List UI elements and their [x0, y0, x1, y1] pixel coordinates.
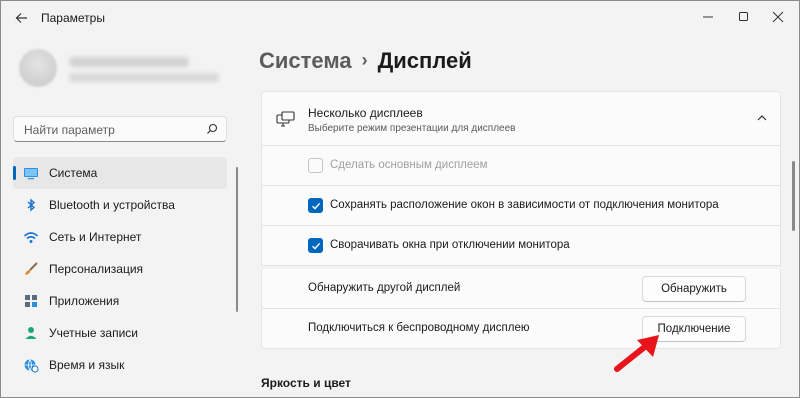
- sidebar-item-apps[interactable]: Приложения: [13, 285, 227, 317]
- title-bar: Параметры: [1, 1, 799, 33]
- wireless-display-label: Подключиться к беспроводному дисплею: [308, 322, 530, 334]
- sidebar-item-label: Bluetooth и устройства: [49, 198, 175, 212]
- avatar: [19, 49, 57, 87]
- sidebar-item-accounts[interactable]: Учетные записи: [13, 317, 227, 349]
- checkbox-label: Сделать основным дисплеем: [330, 159, 488, 171]
- wireless-display-row: Подключиться к беспроводному дисплею Под…: [261, 309, 781, 349]
- brightness-color-heading: Яркость и цвет: [261, 376, 351, 390]
- sidebar-item-time-language[interactable]: Время и язык: [13, 349, 227, 381]
- minimize-windows-checkbox[interactable]: [308, 238, 323, 253]
- blurred-user-name: [69, 57, 189, 67]
- page-title: Дисплей: [377, 48, 472, 73]
- sidebar-item-label: Приложения: [49, 294, 120, 308]
- close-icon: [772, 11, 784, 23]
- breadcrumb-separator: ›: [361, 50, 368, 70]
- detect-display-label: Обнаружить другой дисплей: [308, 282, 461, 294]
- multi-monitor-icon: [276, 111, 295, 127]
- make-main-display-checkbox[interactable]: [308, 158, 323, 173]
- globe-clock-icon: [24, 359, 39, 373]
- option-row: Сворачивать окна при отключении монитора: [261, 226, 781, 266]
- sidebar-item-personalization[interactable]: Персонализация: [13, 253, 227, 285]
- checkmark-icon: [312, 242, 321, 250]
- maximize-icon: [739, 12, 748, 21]
- back-arrow-icon[interactable]: [11, 7, 33, 29]
- blurred-user-email: [69, 73, 219, 82]
- section-title: Несколько дисплеев: [308, 106, 423, 120]
- search-box[interactable]: Найти параметр: [13, 116, 227, 142]
- checkbox-label: Сворачивать окна при отключении монитора: [330, 239, 570, 251]
- search-input[interactable]: Найти параметр: [24, 123, 115, 137]
- sidebar-item-system[interactable]: Система: [13, 157, 227, 189]
- minimize-button[interactable]: [693, 5, 723, 27]
- sidebar-item-label: Сеть и Интернет: [49, 230, 142, 244]
- search-icon[interactable]: [206, 123, 218, 135]
- checkmark-icon: [312, 202, 321, 210]
- network-icon: [23, 232, 39, 243]
- system-icon: [24, 168, 38, 180]
- option-row: Сделать основным дисплеем: [261, 146, 781, 186]
- red-arrow-icon: [614, 335, 659, 372]
- account-icon: [25, 327, 37, 339]
- sidebar-item-label: Персонализация: [49, 262, 144, 276]
- sidebar-item-label: Время и язык: [49, 358, 125, 372]
- maximize-button[interactable]: [729, 5, 759, 27]
- sidebar-scrollbar[interactable]: [236, 167, 238, 312]
- content-scrollbar[interactable]: [792, 161, 795, 231]
- remember-window-locations-checkbox[interactable]: [308, 198, 323, 213]
- sidebar-item-label: Учетные записи: [49, 326, 138, 340]
- multiple-displays-header[interactable]: Несколько дисплеев Выберите режим презен…: [261, 91, 781, 146]
- section-subtitle: Выберите режим презентации для дисплеев: [308, 123, 516, 134]
- checkbox-label: Сохранять расположение окон в зависимост…: [330, 199, 719, 211]
- sidebar-nav: Система Bluetooth и устройства Сеть и Ин…: [13, 157, 227, 381]
- user-profile[interactable]: [19, 41, 234, 97]
- chevron-up-icon[interactable]: [756, 112, 768, 124]
- option-row: Сохранять расположение окон в зависимост…: [261, 186, 781, 226]
- close-button[interactable]: [763, 5, 793, 27]
- detect-button[interactable]: Обнаружить: [642, 276, 746, 302]
- sidebar-item-network[interactable]: Сеть и Интернет: [13, 221, 227, 253]
- apps-icon: [25, 295, 37, 307]
- breadcrumb: Система › Дисплей: [259, 48, 472, 74]
- minimize-icon: [703, 16, 713, 18]
- bluetooth-icon: [27, 198, 36, 212]
- sidebar-item-label: Система: [49, 166, 98, 180]
- app-title: Параметры: [41, 11, 105, 25]
- detect-display-row: Обнаружить другой дисплей Обнаружить: [261, 269, 781, 309]
- settings-window: Параметры Найти параметр Система Bluetoo…: [0, 0, 800, 398]
- breadcrumb-parent[interactable]: Система: [259, 48, 352, 73]
- sidebar-item-bluetooth[interactable]: Bluetooth и устройства: [13, 189, 227, 221]
- brush-icon: [25, 262, 38, 275]
